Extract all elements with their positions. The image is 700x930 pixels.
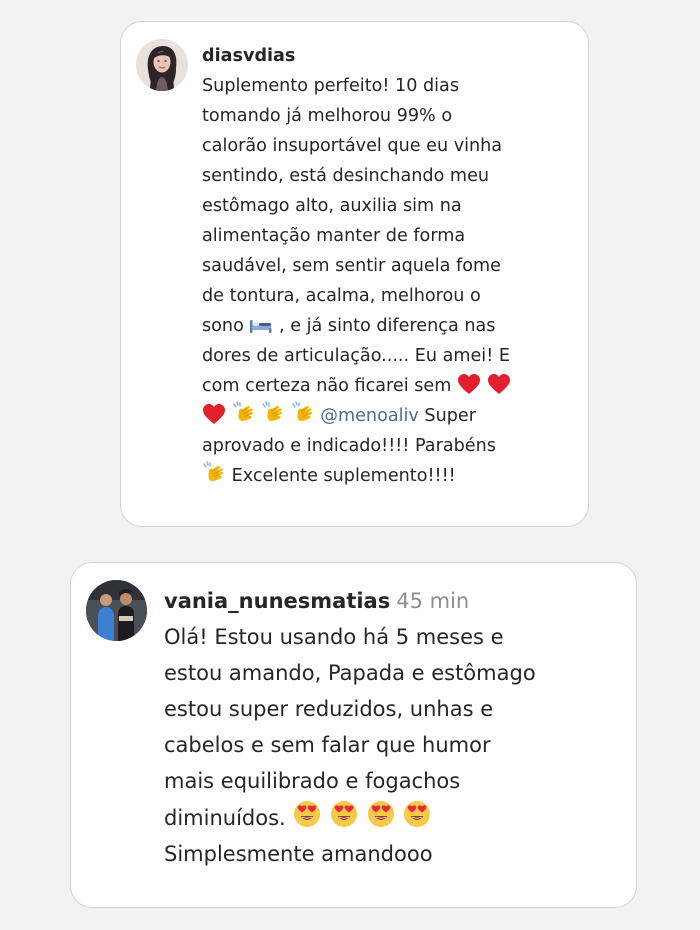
- comment-text-line: saudável, sem sentir aquela fome: [202, 256, 501, 276]
- avatar-photo-icon: [86, 580, 147, 641]
- avatar[interactable]: [136, 39, 188, 91]
- avatar-photo-icon: [136, 39, 188, 91]
- comment-text-line: diminuídos.: [164, 799, 624, 836]
- comment-text-line: cabelos e sem falar que humor: [164, 733, 491, 757]
- timestamp: 45 min: [396, 589, 470, 613]
- comment-text: com certeza não ficarei sem: [202, 376, 452, 396]
- heart-eyes-icon: [292, 799, 322, 829]
- clapping-hands-icon: [291, 401, 315, 425]
- clapping-hands-icon: [202, 461, 226, 485]
- comment-text: Excelente suplemento!!!!: [231, 466, 456, 486]
- bed-icon: [249, 317, 273, 335]
- comment-text-line: sono , e já sinto diferença nas: [202, 311, 574, 341]
- comment-text-line: aprovado e indicado!!!! Parabéns: [202, 436, 496, 456]
- red-heart-icon: [457, 373, 481, 395]
- red-heart-icon: [487, 373, 511, 395]
- comment-content: vania_nunesmatias 45 min Olá! Estou usand…: [164, 583, 624, 872]
- clapping-hands-icon: [232, 401, 256, 425]
- comment-text-line: estômago alto, auxilia sim na: [202, 196, 462, 216]
- comment-text-line: com certeza não ficarei sem: [202, 371, 574, 401]
- comment-text-line: mais equilibrado e fogachos: [164, 769, 461, 793]
- clapping-hands-icon: [261, 401, 285, 425]
- comment-text-line: tomando já melhorou 99% o: [202, 106, 453, 126]
- comment-text-line: estou amando, Papada e estômago: [164, 661, 536, 685]
- comment-text-line: estou super reduzidos, unhas e: [164, 697, 494, 721]
- avatar[interactable]: [86, 580, 147, 641]
- heart-eyes-icon: [366, 799, 396, 829]
- comment-card: vania_nunesmatias 45 min Olá! Estou usand…: [70, 562, 637, 908]
- comment-text-line: Excelente suplemento!!!!: [202, 461, 574, 491]
- comment-text: Super: [424, 406, 476, 426]
- mention-link[interactable]: @menoaliv: [320, 406, 418, 426]
- heart-eyes-icon: [329, 799, 359, 829]
- comment-card: diasvdias Suplemento perfeito! 10 dias t…: [120, 21, 589, 527]
- comment-text-line: dores de articulação..... Eu amei! E: [202, 346, 510, 366]
- comment-text: , e já sinto diferença nas: [279, 316, 496, 336]
- comment-text: sono: [202, 316, 244, 336]
- comment-text-line: alimentação manter de forma: [202, 226, 466, 246]
- username[interactable]: vania_nunesmatias: [164, 589, 390, 613]
- comment-text-line: @menoaliv Super: [202, 401, 574, 431]
- comment-text: diminuídos.: [164, 806, 286, 830]
- comment-text-line: de tontura, acalma, melhorou o: [202, 286, 481, 306]
- red-heart-icon: [202, 403, 226, 425]
- heart-eyes-icon: [402, 799, 432, 829]
- comment-text-line: Suplemento perfeito! 10 dias: [202, 76, 459, 96]
- comment-text-line: Olá! Estou usando há 5 meses e: [164, 625, 504, 649]
- comment-content: diasvdias Suplemento perfeito! 10 dias t…: [202, 41, 574, 491]
- username[interactable]: diasvdias: [202, 46, 295, 66]
- comment-text-line: Simplesmente amandooo: [164, 842, 433, 866]
- comment-text-line: sentindo, está desinchando meu: [202, 166, 490, 186]
- comment-text-line: calorão insuportável que eu vinha: [202, 136, 503, 156]
